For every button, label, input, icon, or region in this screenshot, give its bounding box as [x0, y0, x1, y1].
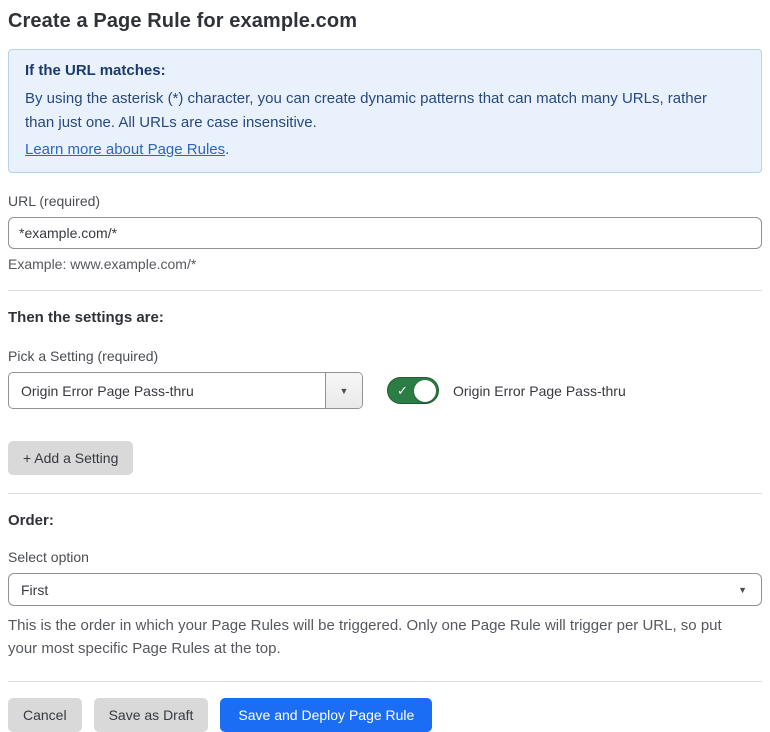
save-and-deploy-button[interactable]: Save and Deploy Page Rule — [220, 697, 433, 732]
order-select-label: Select option — [8, 549, 89, 565]
url-label: URL (required) — [8, 193, 101, 209]
check-icon: ✓ — [397, 382, 408, 398]
info-box-heading: If the URL matches: — [25, 62, 166, 79]
chevron-down-icon: ▼ — [339, 385, 349, 396]
setting-select[interactable]: Origin Error Page Pass-thru ▼ — [8, 372, 363, 409]
setting-select-arrow-button[interactable]: ▼ — [325, 373, 362, 408]
link-suffix: . — [225, 141, 230, 158]
url-example-helper: Example: www.example.com/* — [8, 256, 197, 272]
add-setting-button[interactable]: + Add a Setting — [8, 441, 134, 475]
settings-section: Then the settings are: Pick a Setting (r… — [8, 309, 762, 475]
cancel-button[interactable]: Cancel — [8, 697, 82, 732]
footer-actions: Cancel Save as Draft Save and Deploy Pag… — [8, 697, 762, 732]
settings-heading: Then the settings are: — [8, 309, 164, 326]
toggle-row: ✓ Origin Error Page Pass-thru — [387, 377, 626, 404]
url-input[interactable] — [8, 217, 762, 249]
url-match-info-box: If the URL matches: By using the asteris… — [8, 49, 762, 173]
setting-select-value: Origin Error Page Pass-thru — [21, 382, 194, 399]
setting-row: Origin Error Page Pass-thru ▼ ✓ Origin E… — [8, 372, 762, 409]
page-title: Create a Page Rule for example.com — [8, 10, 358, 32]
toggle-knob — [414, 379, 436, 402]
order-select[interactable]: First ▼ — [8, 573, 762, 606]
order-select-value: First — [21, 581, 49, 598]
order-helper-text: This is the order in which your Page Rul… — [8, 617, 722, 658]
info-box-link-line: Learn more about Page Rules. — [25, 141, 745, 158]
divider — [8, 290, 762, 291]
divider — [8, 493, 762, 494]
chevron-down-icon: ▼ — [738, 584, 747, 595]
toggle-label: Origin Error Page Pass-thru — [453, 382, 626, 399]
pick-setting-label: Pick a Setting (required) — [8, 348, 159, 364]
order-section: Order: Select option First ▼ This is the… — [8, 512, 762, 661]
divider — [8, 680, 762, 682]
url-section: URL (required) Example: www.example.com/… — [8, 193, 762, 272]
info-box-body: By using the asterisk (*) character, you… — [25, 90, 707, 131]
learn-more-link[interactable]: Learn more about Page Rules — [25, 141, 225, 158]
origin-error-passthru-toggle[interactable]: ✓ — [387, 377, 439, 404]
order-heading: Order: — [8, 512, 54, 529]
save-as-draft-button[interactable]: Save as Draft — [93, 697, 209, 732]
